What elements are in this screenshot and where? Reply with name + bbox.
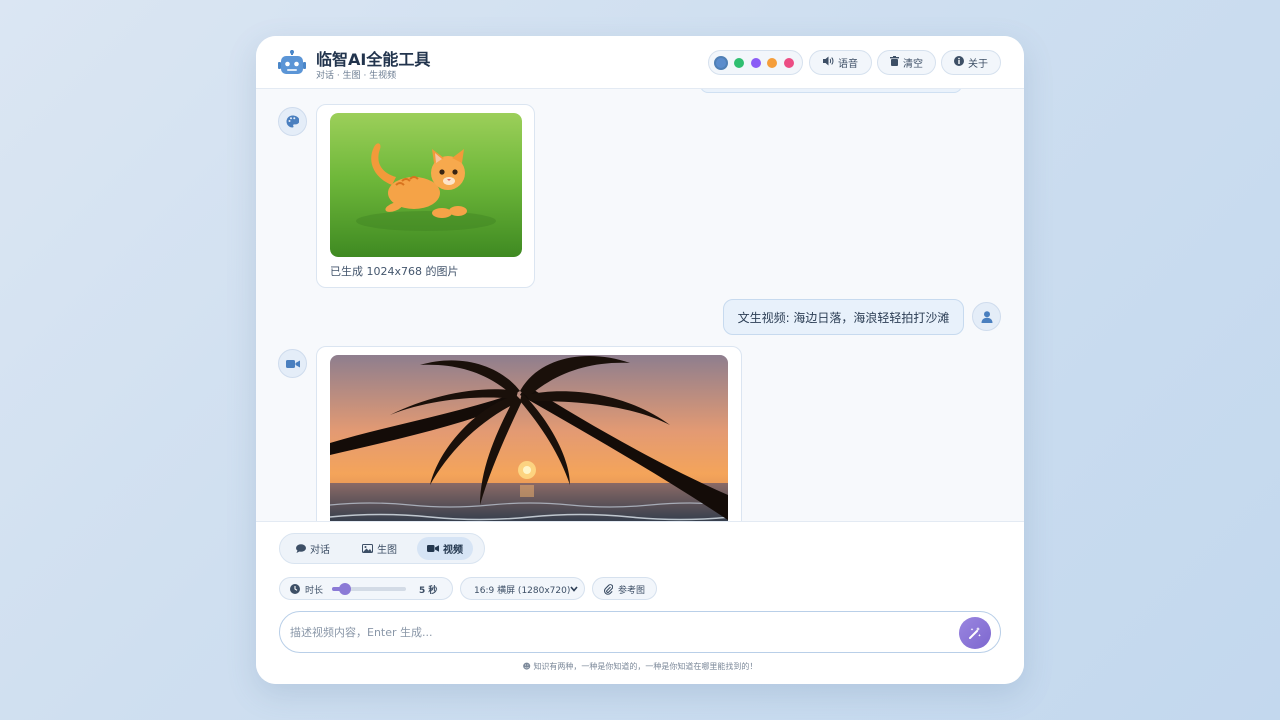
generated-cat-image[interactable] — [330, 113, 522, 257]
aspect-ratio-select[interactable]: 16:9 横屏 (1280x720) — [460, 577, 585, 600]
video-result-card — [316, 346, 742, 521]
app-window: 临智AI全能工具 对话 · 生图 · 生视频 语音 清空 关于 已生成 1024… — [256, 36, 1024, 684]
video-camera-icon — [427, 545, 439, 552]
info-icon — [954, 56, 964, 69]
reference-image-label: 参考图 — [618, 586, 646, 596]
robot-logo-icon — [278, 50, 306, 74]
mode-tab-chat-label: 对话 — [310, 545, 330, 556]
user-icon — [981, 310, 992, 323]
duration-slider[interactable] — [332, 583, 406, 595]
prompt-input[interactable] — [290, 622, 930, 642]
theme-color-picker — [708, 50, 803, 75]
mode-tab-video-label: 视频 — [443, 545, 463, 556]
mode-tab-chat[interactable]: 对话 — [286, 537, 340, 560]
clear-button[interactable]: 清空 — [877, 50, 936, 75]
chevron-down-icon — [570, 586, 578, 592]
voice-button-label: 语音 — [838, 59, 858, 70]
about-button[interactable]: 关于 — [941, 50, 1001, 75]
mode-switcher: 对话 生图 视频 — [279, 533, 485, 564]
generated-sunset-video[interactable] — [330, 355, 728, 521]
user-avatar — [972, 302, 1001, 331]
magic-wand-icon — [969, 627, 981, 639]
theme-dot-blue[interactable] — [714, 56, 728, 70]
duration-control: 时长 5 秒 — [279, 577, 453, 600]
assistant-avatar — [278, 107, 307, 136]
clear-button-label: 清空 — [903, 59, 923, 70]
duration-label: 时长 — [305, 586, 324, 596]
mode-tab-image-label: 生图 — [377, 545, 397, 556]
duration-slider-thumb[interactable] — [339, 583, 351, 595]
image-icon — [362, 544, 373, 553]
chat-bubble-icon — [296, 544, 306, 553]
palette-icon — [286, 115, 299, 128]
reference-image-button[interactable]: 参考图 — [592, 577, 657, 600]
generate-button[interactable] — [959, 617, 991, 649]
chat-area[interactable]: 已生成 1024x768 的图片 文生视频: 海边日落，海浪轻轻拍打沙滩 — [256, 89, 1024, 521]
user-message-bubble: 文生视频: 海边日落，海浪轻轻拍打沙滩 — [723, 299, 964, 335]
user-message-text: 文生视频: 海边日落，海浪轻轻拍打沙滩 — [737, 310, 950, 325]
paperclip-icon — [604, 584, 613, 595]
theme-dot-pink[interactable] — [784, 58, 794, 68]
duration-value: 5 秒 — [419, 586, 438, 596]
speaker-icon — [823, 56, 834, 69]
app-title: 临智AI全能工具 — [316, 50, 431, 69]
voice-button[interactable]: 语音 — [809, 50, 872, 75]
theme-dot-green[interactable] — [734, 58, 744, 68]
mode-tab-video[interactable]: 视频 — [417, 537, 473, 560]
footer-quote-text: 知识有两种，一种是你知道的，一种是你知道在哪里能找到的！ — [533, 662, 758, 671]
previous-message-bubble — [700, 89, 962, 93]
app-subtitle: 对话 · 生图 · 生视频 — [316, 71, 397, 81]
aspect-ratio-value: 16:9 横屏 (1280x720) — [474, 586, 571, 596]
assistant-video-avatar — [278, 349, 307, 378]
video-camera-icon — [285, 359, 300, 368]
clock-icon — [290, 584, 300, 594]
image-caption: 已生成 1024x768 的图片 — [330, 265, 459, 278]
about-button-label: 关于 — [968, 59, 988, 70]
theme-dot-purple[interactable] — [751, 58, 761, 68]
lightbulb-icon: ☻ — [522, 662, 534, 671]
theme-dot-orange[interactable] — [767, 58, 777, 68]
image-result-card: 已生成 1024x768 的图片 — [316, 104, 535, 288]
trash-icon — [890, 56, 899, 69]
footer-quote: ☻ 知识有两种，一种是你知道的，一种是你知道在哪里能找到的！ — [256, 661, 1024, 672]
mode-tab-image[interactable]: 生图 — [352, 537, 407, 560]
input-panel: 对话 生图 视频 时长 5 秒 16:9 横屏 (1280x720) 参考图 描… — [256, 521, 1024, 684]
prompt-input-box — [279, 611, 1001, 653]
app-header: 临智AI全能工具 对话 · 生图 · 生视频 语音 清空 关于 — [256, 36, 1024, 89]
